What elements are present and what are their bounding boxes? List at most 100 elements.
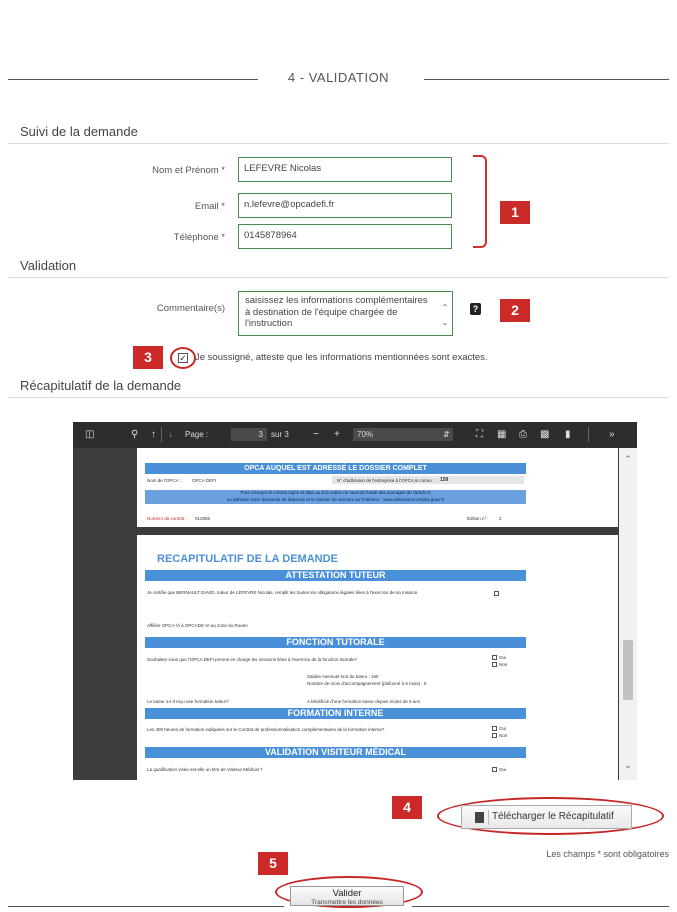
pdf-checkbox-oui-2 (492, 726, 497, 731)
pdf-page-previous: OPCA AUQUEL EST ADRESSÉ LE DOSSIER COMPL… (137, 448, 618, 527)
pdf-contract-label: Numéro de contrat : (147, 516, 187, 521)
validation-rule (8, 277, 669, 278)
zoom-in-icon[interactable]: + (334, 429, 340, 441)
print-icon[interactable]: ⎙ (519, 429, 527, 441)
attest-text: Je soussigné, atteste que les informatio… (195, 352, 488, 363)
pdf-opca-label: Nom de l'OPCA : (147, 478, 181, 483)
pdf-checkbox-tuteur (494, 591, 499, 596)
zoom-select[interactable]: 70% (353, 428, 453, 441)
pdf-page-current: RECAPITULATIF DE LA DEMANDE ATTESTATION … (137, 535, 618, 780)
recap-title: Récapitulatif de la demande (20, 378, 182, 393)
document-icon (475, 812, 484, 823)
comment-scroll-down[interactable]: ⌄ (439, 318, 451, 327)
phone-label: Téléphone * (173, 232, 225, 243)
bookmark-icon[interactable]: ▮ (565, 429, 571, 441)
pdf-line-formation-resp: A bénéficié d'une formation tuteur depui… (307, 699, 421, 704)
required-note: Les champs * sont obligatoires (546, 849, 669, 859)
pdf-page-title: RECAPITULATIF DE LA DEMANDE (157, 553, 338, 565)
button-divider (488, 810, 489, 825)
pdf-bar-fonction: FONCTION TUTORALE (145, 637, 526, 648)
toolbar-divider-right (588, 427, 589, 442)
scroll-up-icon[interactable]: ⌃ (623, 454, 633, 465)
callout-4: 4 (392, 796, 422, 819)
pdf-adhesion-value: 159 (440, 477, 449, 483)
pdf-checkbox-non-2 (492, 733, 497, 738)
page-total: sur 3 (271, 430, 289, 439)
pdf-contract-value: 012856 (195, 516, 211, 521)
comment-scroll-up[interactable]: ⌃ (439, 303, 451, 312)
name-label: Nom et Prénom * (152, 165, 225, 176)
toolbar-divider (161, 427, 162, 442)
sidebar-toggle-icon[interactable]: ◫ (85, 429, 94, 441)
pdf-info-bar-1: Pour envoyer le contrat signé et daté au… (145, 490, 526, 497)
prev-page-icon[interactable]: ↑ (151, 429, 156, 441)
pdf-line-formation-tuteur: Le tuteur a-t-il reçu une formation tute… (147, 699, 229, 704)
pdf-header-bar: OPCA AUQUEL EST ADRESSÉ LE DOSSIER COMPL… (145, 463, 526, 474)
pdf-non-2: Non (499, 733, 508, 738)
pdf-info-bar-2: ou adresse votre demande de dépense et l… (145, 497, 526, 504)
pdf-checkbox-non-1 (492, 662, 497, 667)
next-page-icon[interactable]: ↓ (168, 429, 173, 441)
pdf-scrollbar[interactable] (619, 448, 637, 780)
pdf-edition-value: 2 (499, 516, 502, 521)
callout-1: 1 (500, 201, 530, 224)
name-field[interactable]: LEFEVRE Nicolas (238, 157, 452, 182)
pdf-line-salaire-2: Nombre de mois d'accompagnement (plafonn… (307, 681, 427, 686)
pdf-line-tuteur: Je certifie que BERNAULT DAVID, tuteur d… (147, 590, 419, 595)
pdf-checkbox-oui-1 (492, 655, 497, 660)
download-icon[interactable]: ▩ (540, 429, 549, 441)
pdf-oui-2: Oui (499, 726, 507, 731)
pdf-line-interne: Les 400 heures de formation indiquées su… (147, 727, 385, 732)
pdf-line-fonction: Souhaitez-vous que l'OPCA DEFI prenne en… (147, 657, 358, 662)
zoom-out-icon[interactable]: − (313, 429, 319, 441)
more-tools-icon[interactable]: » (609, 429, 615, 441)
suivi-rule (8, 143, 669, 144)
pdf-bar-attestation: ATTESTATION TUTEUR (145, 570, 526, 581)
pdf-bar-formation: FORMATION INTERNE (145, 708, 526, 719)
footer-rule-left (8, 906, 284, 907)
email-field[interactable]: n.lefevre@opcadefi.fr (238, 193, 452, 218)
scroll-down-icon[interactable]: ⌄ (623, 760, 633, 771)
pdf-line-salaire-1: Salaire mensuel brut du tuteur : 160 (307, 674, 379, 679)
help-icon[interactable]: ? (470, 303, 481, 315)
pdf-scroll-thumb[interactable] (623, 640, 633, 700)
comment-label: Commentaire(s) (156, 303, 225, 314)
page-number-input[interactable]: 3 (231, 428, 267, 441)
pdf-toolbar: ◫ ⚲ ↑ ↓ Page : 3 sur 3 − + 70% ⇵ ⛶ ▦ ⎙ ▩… (73, 422, 637, 448)
page-label: Page : (185, 430, 209, 439)
callout-2: 2 (500, 299, 530, 322)
phone-field[interactable]: 0145878964 (238, 224, 452, 249)
pdf-viewer[interactable]: ◫ ⚲ ↑ ↓ Page : 3 sur 3 − + 70% ⇵ ⛶ ▦ ⎙ ▩… (73, 422, 637, 780)
validation-title: Validation (20, 258, 77, 273)
submit-sublabel: Transmettre les données (311, 899, 383, 906)
download-recap-label: Télécharger le Récapitulatif (492, 811, 614, 822)
submit-label: Valider (332, 888, 362, 899)
pdf-edition-label: Édition n°: (467, 516, 488, 521)
section-rule-right (424, 79, 669, 80)
section-title: 4 - VALIDATION (287, 70, 390, 85)
callout-3: 3 (133, 346, 163, 369)
pdf-adhesion-label: N° d'adhésion de l'entreprise à l'OPCA s… (337, 478, 435, 483)
download-recap-button[interactable]: Télécharger le Récapitulatif (461, 805, 632, 829)
pdf-non-1: Non (499, 662, 508, 667)
pdf-oui-1: Oui (499, 655, 507, 660)
recap-rule (8, 397, 669, 398)
fullscreen-icon[interactable]: ⛶ (476, 429, 483, 441)
open-file-icon[interactable]: ▦ (497, 429, 506, 441)
search-icon[interactable]: ⚲ (131, 429, 138, 441)
email-label: Email * (194, 201, 225, 212)
pdf-bar-visiteur: VALIDATION VISITEUR MÉDICAL (145, 747, 526, 758)
comment-textarea[interactable]: saisissez les informations complémentair… (238, 291, 453, 336)
zoom-dropdown-icon[interactable]: ⇵ (443, 429, 450, 441)
footer-rule-right (412, 906, 669, 907)
pdf-opca-value: OPCA DEFI (192, 478, 217, 483)
pdf-line-visiteur: La qualification visée est-elle un titre… (147, 767, 263, 772)
suivi-title: Suivi de la demande (20, 124, 138, 139)
pdf-line-affiliation: Affiliée OPCA-Vi à OPCADE-VI au zone du … (147, 623, 248, 628)
attest-checkbox[interactable]: ✓ (178, 353, 188, 363)
submit-button[interactable]: Valider Transmettre les données (290, 886, 404, 906)
callout-bracket-1 (473, 155, 487, 248)
callout-5: 5 (258, 852, 288, 875)
pdf-oui-3: Oui (499, 767, 507, 772)
pdf-checkbox-oui-3 (492, 767, 497, 772)
